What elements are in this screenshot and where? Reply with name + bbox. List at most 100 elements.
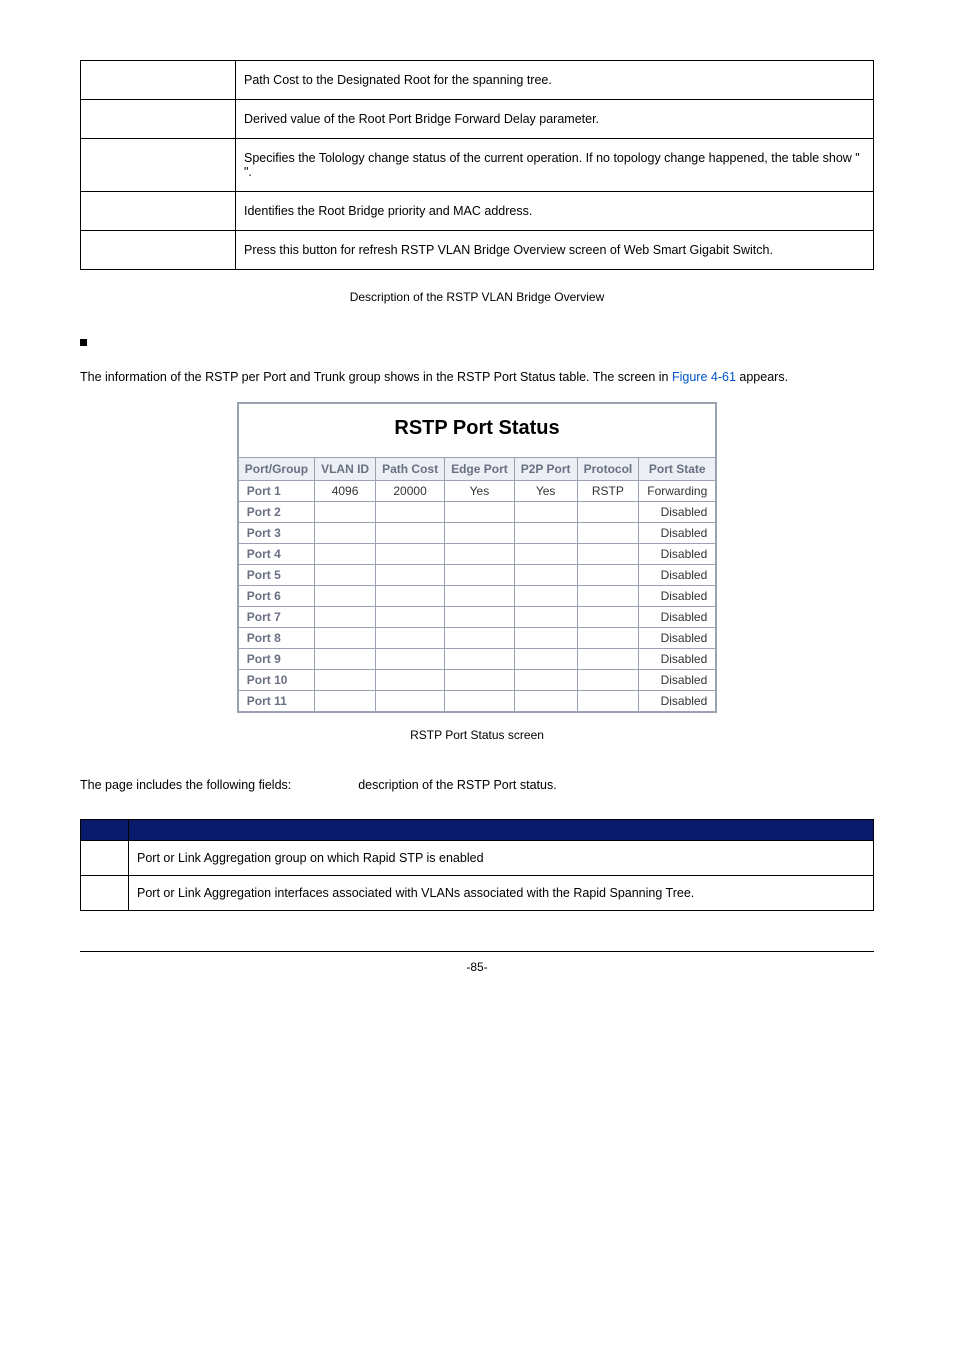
table-row: Port 6Disabled bbox=[238, 585, 717, 606]
overview-caption: Description of the RSTP VLAN Bridge Over… bbox=[80, 290, 874, 304]
p2p-cell bbox=[514, 564, 577, 585]
state-cell: Disabled bbox=[639, 627, 717, 648]
port-label: Port 11 bbox=[238, 690, 315, 712]
table-row: Port 11 Disabled bbox=[238, 690, 717, 712]
proto-cell bbox=[577, 501, 639, 522]
port-label: Port 1 bbox=[238, 480, 315, 501]
table-row: Port 8Disabled bbox=[238, 627, 717, 648]
overview-desc: Press this button for refresh RSTP VLAN … bbox=[236, 231, 874, 270]
col-edge-port: Edge Port bbox=[445, 457, 515, 480]
edge-cell bbox=[445, 585, 515, 606]
overview-desc: Derived value of the Root Port Bridge Fo… bbox=[236, 100, 874, 139]
intro-text-post: appears. bbox=[736, 370, 788, 384]
field-desc: Port or Link Aggregation group on which … bbox=[129, 841, 874, 876]
vlan-cell bbox=[315, 690, 376, 712]
cost-cell bbox=[376, 606, 445, 627]
col-vlan-id: VLAN ID bbox=[315, 457, 376, 480]
col-port-state: Port State bbox=[639, 457, 717, 480]
state-cell: Disabled bbox=[639, 585, 717, 606]
col-protocol: Protocol bbox=[577, 457, 639, 480]
port-label: Port 9 bbox=[238, 648, 315, 669]
intro-paragraph: The information of the RSTP per Port and… bbox=[80, 364, 874, 392]
proto-cell bbox=[577, 627, 639, 648]
edge-cell: Yes bbox=[445, 480, 515, 501]
bullet-icon bbox=[80, 339, 87, 346]
proto-cell bbox=[577, 690, 639, 712]
proto-cell bbox=[577, 543, 639, 564]
table-row: Port 7 Disabled bbox=[238, 606, 717, 627]
table-row: Press this button for refresh RSTP VLAN … bbox=[81, 231, 874, 270]
cost-cell: 20000 bbox=[376, 480, 445, 501]
state-cell: Disabled bbox=[639, 543, 717, 564]
table-row: Port 5 Disabled bbox=[238, 564, 717, 585]
table-row: Port or Link Aggregation group on which … bbox=[81, 841, 874, 876]
edge-cell bbox=[445, 522, 515, 543]
state-cell: Disabled bbox=[639, 690, 717, 712]
p2p-cell bbox=[514, 648, 577, 669]
vlan-cell bbox=[315, 606, 376, 627]
p2p-cell bbox=[514, 669, 577, 690]
rstp-port-status-table: RSTP Port Status Port/Group VLAN ID Path… bbox=[237, 402, 718, 713]
figure-link[interactable]: Figure 4-61 bbox=[672, 370, 736, 384]
state-cell: Disabled bbox=[639, 648, 717, 669]
overview-label bbox=[81, 192, 236, 231]
proto-cell bbox=[577, 648, 639, 669]
table-row: Derived value of the Root Port Bridge Fo… bbox=[81, 100, 874, 139]
overview-label bbox=[81, 231, 236, 270]
overview-desc: Identifies the Root Bridge priority and … bbox=[236, 192, 874, 231]
state-cell: Disabled bbox=[639, 606, 717, 627]
table-row: Port 4 Disabled bbox=[238, 543, 717, 564]
overview-label bbox=[81, 61, 236, 100]
p2p-cell bbox=[514, 522, 577, 543]
field-object bbox=[81, 876, 129, 911]
rstp-caption: RSTP Port Status screen bbox=[80, 728, 874, 742]
proto-cell bbox=[577, 585, 639, 606]
proto-cell bbox=[577, 669, 639, 690]
cost-cell bbox=[376, 690, 445, 712]
rstp-figure: RSTP Port Status Port/Group VLAN ID Path… bbox=[80, 402, 874, 713]
vlan-cell bbox=[315, 564, 376, 585]
cost-cell bbox=[376, 501, 445, 522]
fields-header-description bbox=[129, 820, 874, 841]
table-row: Port 2Disabled bbox=[238, 501, 717, 522]
table-row: Specifies the Tolology change status of … bbox=[81, 139, 874, 192]
vlan-cell bbox=[315, 627, 376, 648]
vlan-cell bbox=[315, 669, 376, 690]
fields-intro-left: The page includes the following fields: bbox=[80, 778, 291, 792]
vlan-cell: 4096 bbox=[315, 480, 376, 501]
edge-cell bbox=[445, 648, 515, 669]
overview-desc: Path Cost to the Designated Root for the… bbox=[236, 61, 874, 100]
p2p-cell bbox=[514, 627, 577, 648]
edge-cell bbox=[445, 606, 515, 627]
p2p-cell bbox=[514, 606, 577, 627]
port-label: Port 2 bbox=[238, 501, 315, 522]
vlan-cell bbox=[315, 522, 376, 543]
overview-label bbox=[81, 100, 236, 139]
p2p-cell bbox=[514, 543, 577, 564]
table-row: Identifies the Root Bridge priority and … bbox=[81, 192, 874, 231]
overview-desc: Specifies the Tolology change status of … bbox=[236, 139, 874, 192]
port-label: Port 7 bbox=[238, 606, 315, 627]
col-path-cost: Path Cost bbox=[376, 457, 445, 480]
edge-cell bbox=[445, 564, 515, 585]
table-row: Port 1409620000YesYesRSTPForwarding bbox=[238, 480, 717, 501]
port-label: Port 5 bbox=[238, 564, 315, 585]
cost-cell bbox=[376, 669, 445, 690]
table-row: Path Cost to the Designated Root for the… bbox=[81, 61, 874, 100]
intro-text-pre: The information of the RSTP per Port and… bbox=[80, 370, 672, 384]
proto-cell: RSTP bbox=[577, 480, 639, 501]
cost-cell bbox=[376, 522, 445, 543]
table-row: Port 10Disabled bbox=[238, 669, 717, 690]
edge-cell bbox=[445, 543, 515, 564]
port-label: Port 4 bbox=[238, 543, 315, 564]
proto-cell bbox=[577, 564, 639, 585]
fields-intro: The page includes the following fields: … bbox=[80, 772, 874, 800]
p2p-cell: Yes bbox=[514, 480, 577, 501]
rstp-title: RSTP Port Status bbox=[247, 407, 708, 454]
cost-cell bbox=[376, 648, 445, 669]
state-cell: Disabled bbox=[639, 564, 717, 585]
table-row: Port 9 Disabled bbox=[238, 648, 717, 669]
fields-header-object bbox=[81, 820, 129, 841]
col-p2p-port: P2P Port bbox=[514, 457, 577, 480]
cost-cell bbox=[376, 627, 445, 648]
